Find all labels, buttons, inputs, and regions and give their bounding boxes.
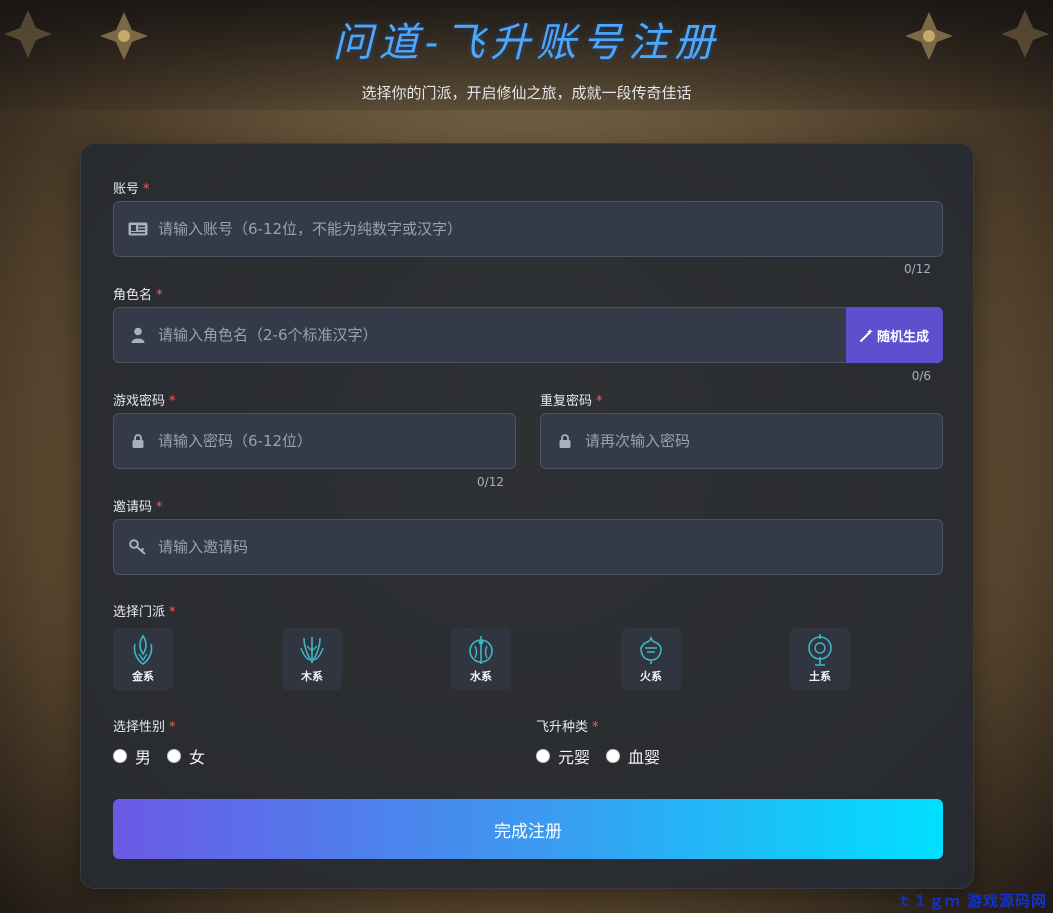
ascension-option-yuanying[interactable]: 元婴	[536, 744, 590, 768]
page-subtitle: 选择你的门派，开启修仙之旅，成就一段传奇佳话	[361, 84, 692, 102]
wood-sect-icon	[300, 637, 324, 664]
sect-option-metal[interactable]: 金系	[113, 628, 173, 690]
sect-label: 选择门派 *	[113, 605, 176, 620]
invite-code-label: 邀请码 *	[113, 500, 163, 515]
radio-button[interactable]	[167, 749, 182, 763]
account-label: 账号 *	[113, 182, 150, 197]
user-icon	[114, 327, 158, 343]
id-card-icon	[114, 222, 158, 236]
role-name-counter: 0/6	[911, 369, 931, 383]
metal-sect-icon	[133, 634, 153, 665]
lock-icon	[114, 434, 158, 448]
lock-icon	[541, 434, 585, 448]
repeat-password-input[interactable]	[585, 414, 942, 468]
password-field	[113, 413, 516, 469]
ascension-options: 元婴 血婴	[536, 744, 676, 768]
required-mark: *	[169, 605, 176, 620]
ascension-label: 飞升种类 *	[536, 720, 599, 735]
sect-option-water[interactable]: 水系	[451, 628, 511, 690]
password-counter: 0/12	[477, 475, 504, 489]
key-icon	[114, 539, 158, 555]
role-name-input[interactable]	[158, 308, 942, 362]
gender-label: 选择性别 *	[113, 720, 176, 735]
random-generate-label: 随机生成	[876, 329, 929, 345]
radio-button[interactable]	[536, 749, 550, 763]
password-label: 游戏密码 *	[113, 394, 176, 409]
password-input[interactable]	[158, 414, 515, 468]
ascension-option-xueying[interactable]: 血婴	[606, 744, 660, 768]
gender-options: 男 女	[113, 744, 221, 768]
earth-sect-icon	[808, 634, 832, 666]
required-mark: *	[596, 394, 603, 409]
radio-button[interactable]	[606, 749, 621, 763]
required-mark: *	[156, 500, 163, 515]
invite-code-field	[113, 519, 943, 575]
sect-option-fire[interactable]: 火系	[621, 628, 681, 690]
sect-option-wood[interactable]: 木系	[282, 628, 342, 690]
required-mark: *	[156, 288, 163, 303]
magic-wand-icon	[859, 328, 873, 342]
repeat-password-label: 重复密码 *	[540, 394, 603, 409]
gender-option-male[interactable]: 男	[113, 744, 151, 768]
account-field	[113, 201, 943, 257]
required-mark: *	[169, 720, 176, 735]
sect-options: 金系 木系 水系 火系 土系	[113, 628, 943, 690]
invite-code-input[interactable]	[158, 520, 942, 574]
repeat-password-field	[540, 413, 943, 469]
required-mark: *	[143, 182, 150, 197]
registration-form: 账号* 0/12 角色名* 随机生成 0/6 游戏密码* 0/12 重复密码*	[80, 143, 974, 889]
water-sect-icon	[469, 636, 493, 664]
account-input[interactable]	[158, 202, 942, 256]
account-counter: 0/12	[904, 262, 931, 276]
gender-option-female[interactable]: 女	[167, 744, 205, 768]
role-name-field: 随机生成	[113, 307, 943, 363]
sect-option-earth[interactable]: 土系	[790, 628, 850, 690]
submit-button[interactable]: 完成注册	[113, 799, 943, 859]
required-mark: *	[592, 720, 599, 735]
random-generate-button[interactable]: 随机生成	[846, 307, 943, 363]
fire-sect-icon	[640, 635, 662, 664]
role-name-label: 角色名 *	[113, 288, 163, 303]
watermark: ｔ１ｇｍ 游戏源码网	[896, 892, 1047, 910]
page-title: 问道-飞升账号注册	[332, 20, 721, 66]
required-mark: *	[169, 394, 176, 409]
radio-button[interactable]	[113, 749, 127, 763]
